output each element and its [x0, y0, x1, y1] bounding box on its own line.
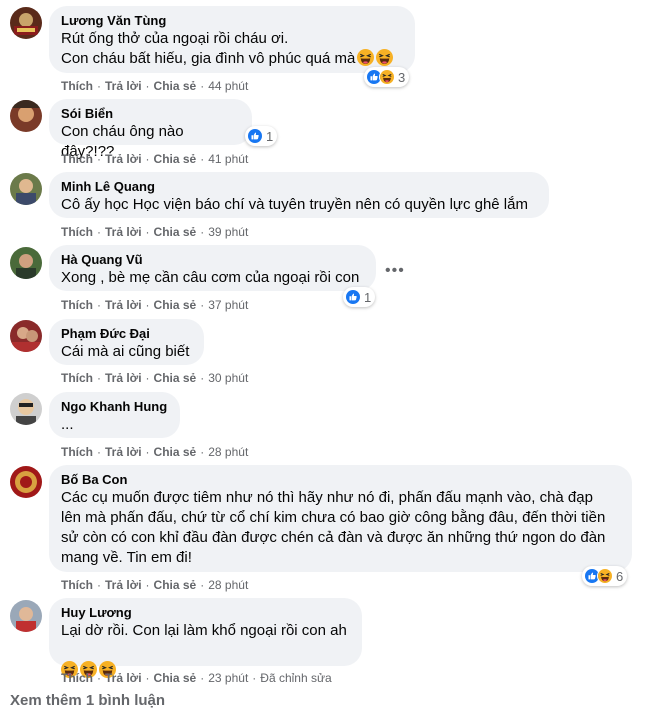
reaction-count: 1: [266, 128, 274, 144]
comment-actions: Thích · Trả lời · Chia sẻ · 44 phút: [61, 79, 249, 93]
more-options-icon[interactable]: •••: [385, 262, 405, 280]
haha-icon: [379, 69, 395, 85]
avatar[interactable]: [10, 393, 42, 425]
timestamp[interactable]: 28 phút: [208, 578, 248, 592]
comment-bubble: Bố Ba Con Các cụ muốn được tiêm như nó t…: [49, 465, 632, 572]
timestamp[interactable]: 30 phút: [208, 371, 248, 385]
comment-body: ...: [61, 416, 74, 433]
comment-text: Rút ống thở của ngoại rồi cháu ơi. Con c…: [61, 29, 403, 69]
like-button[interactable]: Thích: [61, 371, 93, 385]
comment-actions: Thích · Trả lời · Chia sẻ · 39 phút: [61, 225, 249, 239]
avatar[interactable]: [10, 173, 42, 205]
comment-author[interactable]: Minh Lê Quang: [61, 179, 537, 195]
timestamp[interactable]: 41 phút: [208, 152, 248, 166]
comment-bubble: Ngo Khanh Hung ...: [49, 392, 180, 438]
share-button[interactable]: Chia sẻ: [154, 671, 197, 685]
like-icon: [247, 128, 263, 144]
comment-bubble: Hà Quang Vũ Xong , bè mẹ cần câu cơm của…: [49, 245, 376, 291]
comment-actions: Thích · Trả lời · Chia sẻ · 30 phút: [61, 371, 249, 385]
comment-body: Cô ấy học Học viện báo chí và tuyên truy…: [61, 196, 528, 213]
avatar[interactable]: [10, 320, 42, 352]
share-button[interactable]: Chia sẻ: [154, 445, 197, 459]
like-icon: [345, 289, 361, 305]
reaction-count: 3: [398, 69, 406, 85]
comment-bubble: Sói Biển Con cháu ông nào đây?!??: [49, 99, 252, 160]
haha-icon: [597, 568, 613, 584]
like-button[interactable]: Thích: [61, 671, 93, 685]
avatar[interactable]: [10, 247, 42, 279]
like-button[interactable]: Thích: [61, 225, 93, 239]
reply-button[interactable]: Trả lời: [105, 298, 142, 312]
comment-actions: Thích · Trả lời · Chia sẻ · 28 phút: [61, 445, 249, 459]
timestamp[interactable]: 39 phút: [208, 225, 248, 239]
share-button[interactable]: Chia sẻ: [154, 371, 197, 385]
share-button[interactable]: Chia sẻ: [154, 152, 197, 166]
avatar[interactable]: [10, 466, 42, 498]
comment-bubble: Lương Văn Tùng Rút ống thở của ngoại rồi…: [49, 6, 415, 73]
reaction-badge[interactable]: 1: [245, 126, 278, 146]
reply-button[interactable]: Trả lời: [105, 152, 142, 166]
laughing-emoji: [376, 49, 393, 66]
comment-bubble: Phạm Đức Đại Cái mà ai cũng biết: [49, 319, 204, 365]
reaction-count: 1: [364, 289, 372, 305]
see-more-comments-link[interactable]: Xem thêm 1 bình luận: [10, 692, 165, 709]
comment-body: Cái mà ai cũng biết: [61, 343, 190, 360]
like-button[interactable]: Thích: [61, 445, 93, 459]
comment-body: Rút ống thở của ngoại rồi cháu ơi. Con c…: [61, 30, 356, 67]
reply-button[interactable]: Trả lời: [105, 671, 142, 685]
comment-author[interactable]: Bố Ba Con: [61, 472, 620, 488]
comment-author[interactable]: Hà Quang Vũ: [61, 252, 364, 268]
share-button[interactable]: Chia sẻ: [154, 225, 197, 239]
comment-body: Các cụ muốn được tiêm như nó thì hãy như…: [61, 489, 606, 566]
avatar[interactable]: [10, 100, 42, 132]
timestamp[interactable]: 28 phút: [208, 445, 248, 459]
like-button[interactable]: Thích: [61, 79, 93, 93]
reply-button[interactable]: Trả lời: [105, 371, 142, 385]
comment-actions: Thích · Trả lời · Chia sẻ · 41 phút: [61, 152, 249, 166]
timestamp[interactable]: 37 phút: [208, 298, 248, 312]
like-button[interactable]: Thích: [61, 578, 93, 592]
reaction-badge[interactable]: 3: [364, 67, 410, 87]
like-button[interactable]: Thích: [61, 152, 93, 166]
comment-author[interactable]: Ngo Khanh Hung: [61, 399, 168, 415]
laughing-emoji: [357, 49, 374, 66]
comment-author[interactable]: Phạm Đức Đại: [61, 326, 192, 342]
like-button[interactable]: Thích: [61, 298, 93, 312]
avatar[interactable]: [10, 600, 42, 632]
comment-body: Xong , bè mẹ cần câu cơm của ngoại rồi c…: [61, 269, 360, 286]
timestamp[interactable]: 23 phút: [208, 671, 248, 685]
edited-label[interactable]: Đã chỉnh sửa: [260, 671, 331, 685]
reply-button[interactable]: Trả lời: [105, 578, 142, 592]
comment-body: Lại dờ rồi. Con lại làm khổ ngoại rồi co…: [61, 622, 347, 639]
comment-author[interactable]: Huy Lương: [61, 605, 350, 621]
share-button[interactable]: Chia sẻ: [154, 578, 197, 592]
avatar[interactable]: [10, 7, 42, 39]
reply-button[interactable]: Trả lời: [105, 79, 142, 93]
share-button[interactable]: Chia sẻ: [154, 79, 197, 93]
share-button[interactable]: Chia sẻ: [154, 298, 197, 312]
reply-button[interactable]: Trả lời: [105, 225, 142, 239]
comment-actions: Thích · Trả lời · Chia sẻ · 37 phút: [61, 298, 249, 312]
comment-author[interactable]: Lương Văn Tùng: [61, 13, 403, 29]
comment-bubble: Huy Lương Lại dờ rồi. Con lại làm khổ ng…: [49, 598, 362, 666]
timestamp[interactable]: 44 phút: [208, 79, 248, 93]
reply-button[interactable]: Trả lời: [105, 445, 142, 459]
reaction-badge[interactable]: 1: [343, 287, 376, 307]
comment-author[interactable]: Sói Biển: [61, 106, 240, 122]
comment-bubble: Minh Lê Quang Cô ấy học Học viện báo chí…: [49, 172, 549, 218]
reaction-badge[interactable]: 6: [582, 566, 628, 586]
comment-actions: Thích · Trả lời · Chia sẻ · 23 phút · Đã chỉnh s…: [61, 671, 332, 685]
reaction-count: 6: [616, 568, 624, 584]
comment-actions: Thích · Trả lời · Chia sẻ · 28 phút: [61, 578, 249, 592]
